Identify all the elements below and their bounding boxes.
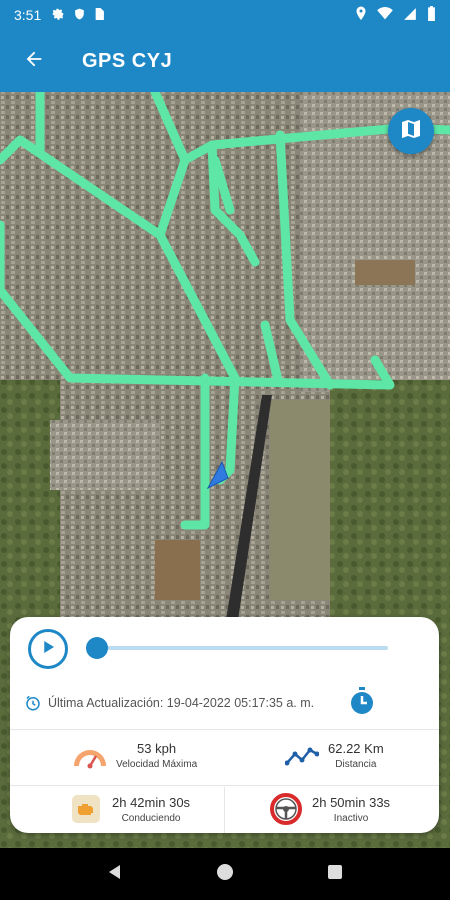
distance-label: Distancia (335, 758, 377, 770)
battery-icon (427, 6, 436, 24)
shield-icon (73, 7, 86, 24)
signal-icon (403, 7, 417, 24)
divider (10, 785, 439, 786)
driving-label: Conduciendo (121, 812, 181, 824)
status-bar: 3:51 (0, 0, 450, 30)
app-bar: GPS CYJ (0, 30, 450, 92)
nav-home-button[interactable] (205, 854, 245, 894)
vertical-divider (224, 787, 225, 833)
distance-chart-icon (282, 737, 322, 773)
speedometer-icon (70, 737, 110, 773)
location-icon (355, 6, 367, 24)
last-update-text: Última Actualización: 19-04-2022 05:17:3… (48, 696, 315, 710)
gear-icon (51, 7, 65, 24)
stat-max-speed: 53 kph Velocidad Máxima (70, 737, 197, 773)
stopwatch-icon (349, 687, 375, 719)
playback-slider-track[interactable] (96, 646, 388, 650)
system-nav-bar (0, 848, 450, 900)
triangle-back-icon (107, 864, 123, 885)
max-speed-value: 53 kph (137, 740, 177, 756)
idle-label: Inactivo (333, 812, 369, 824)
back-button[interactable] (12, 39, 56, 83)
playback-slider-thumb[interactable] (86, 637, 108, 659)
steering-wheel-icon (266, 791, 306, 827)
status-time: 3:51 (14, 7, 42, 23)
stat-idle: 2h 50min 33s Inactivo (266, 791, 390, 827)
play-icon (39, 638, 57, 661)
divider (10, 729, 439, 730)
idle-value: 2h 50min 33s (312, 794, 391, 810)
map-layers-button[interactable] (388, 108, 434, 154)
stopwatch-button[interactable] (349, 687, 375, 715)
clock-refresh-icon (24, 694, 42, 712)
trip-summary-panel: Última Actualización: 19-04-2022 05:17:3… (10, 617, 439, 833)
engine-icon (66, 791, 106, 827)
map-icon (399, 117, 423, 146)
max-speed-label: Velocidad Máxima (116, 758, 198, 770)
square-recents-icon (327, 864, 343, 885)
stat-driving: 2h 42min 30s Conduciendo (66, 791, 190, 827)
wifi-icon (377, 7, 393, 23)
circle-home-icon (216, 863, 234, 886)
nav-back-button[interactable] (95, 854, 135, 894)
distance-value: 62.22 Km (328, 740, 384, 756)
nav-recents-button[interactable] (315, 854, 355, 894)
play-button[interactable] (28, 629, 68, 669)
driving-value: 2h 42min 30s (112, 794, 191, 810)
stat-distance: 62.22 Km Distancia (282, 737, 384, 773)
page-title: GPS CYJ (82, 49, 173, 72)
sim-card-icon (94, 7, 105, 24)
arrow-back-icon (23, 48, 45, 75)
